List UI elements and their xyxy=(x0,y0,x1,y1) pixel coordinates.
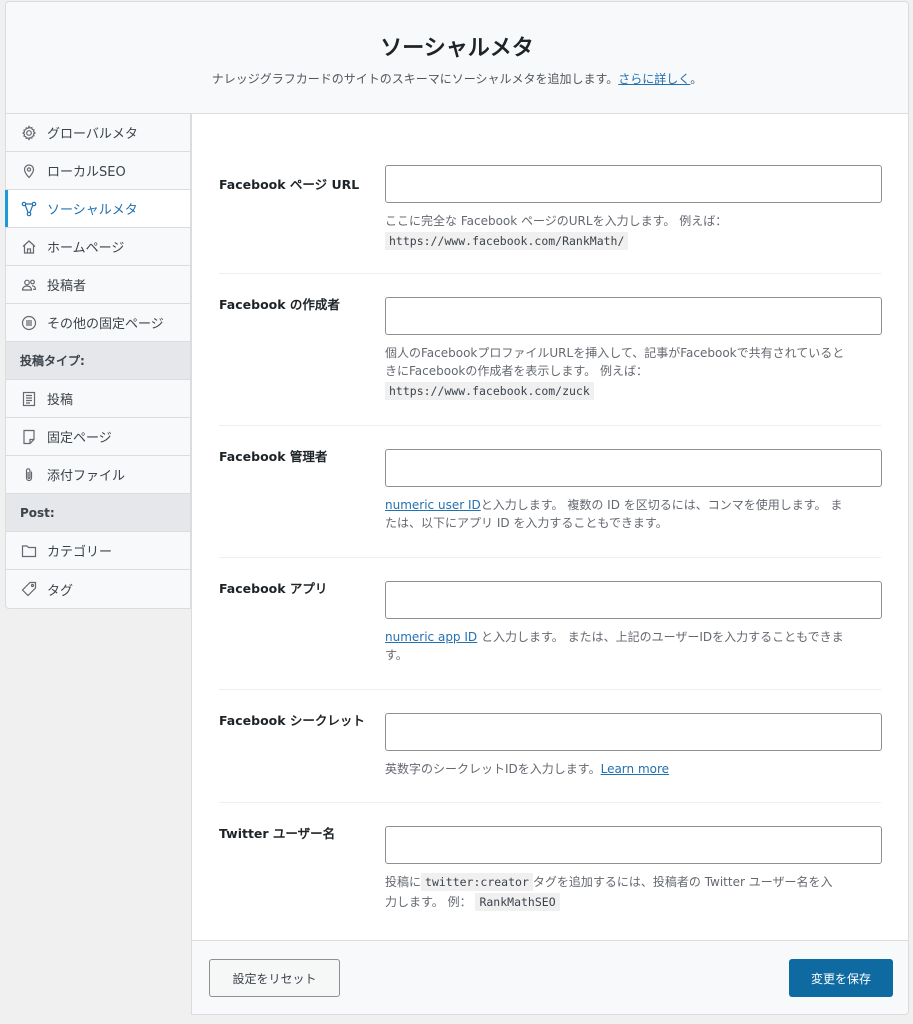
sidebar-item-label: ホームページ xyxy=(47,241,125,256)
sidebar-item-categories[interactable]: カテゴリー xyxy=(6,532,190,570)
field-facebook-page-url: Facebook ページ URL ここに完全な Facebook ページのURL… xyxy=(219,165,882,274)
settings-form: Facebook ページ URL ここに完全な Facebook ページのURL… xyxy=(191,114,909,940)
sidebar-item-label: ローカルSEO xyxy=(47,165,126,180)
paperclip-icon xyxy=(20,466,38,484)
page-header: ソーシャルメタ ナレッジグラフカードのサイトのスキーマにソーシャルメタを追加しま… xyxy=(5,1,909,114)
field-label: Twitter ユーザー名 xyxy=(219,826,336,841)
sidebar-item-authors[interactable]: 投稿者 xyxy=(6,266,190,304)
gear-icon xyxy=(20,124,38,142)
example-code: https://www.facebook.com/zuck xyxy=(385,382,594,400)
field-label: Facebook 管理者 xyxy=(219,449,328,464)
learn-more-link[interactable]: Learn more xyxy=(601,762,669,776)
learn-more-link[interactable]: さらに詳しく xyxy=(618,72,690,86)
tag-icon xyxy=(20,580,38,598)
share-nodes-icon xyxy=(20,200,38,218)
field-label: Facebook シークレット xyxy=(219,713,365,728)
field-label: Facebook ページ URL xyxy=(219,177,360,192)
reset-settings-button[interactable]: 設定をリセット xyxy=(209,959,340,997)
field-description: 投稿に twitter:creator タグを追加するには、投稿者の Twitter… xyxy=(385,873,833,911)
save-changes-button[interactable]: 変更を保存 xyxy=(789,959,893,997)
twitter-username-input[interactable] xyxy=(385,826,882,864)
page-title: ソーシャルメタ xyxy=(380,36,534,61)
field-facebook-app: Facebook アプリ numeric app ID と入力します。 または、… xyxy=(219,581,882,690)
field-description: 個人のFacebookプロファイルURLを挿入して、記事がFacebookで共有… xyxy=(385,346,845,400)
sidebar-item-label: 添付ファイル xyxy=(47,469,126,484)
field-facebook-secret: Facebook シークレット 英数字のシークレットIDを入力します。Learn… xyxy=(219,713,882,803)
page-subtitle: ナレッジグラフカードのサイトのスキーマにソーシャルメタを追加します。さらに詳しく… xyxy=(211,72,703,86)
sidebar-item-label: タグ xyxy=(47,583,74,599)
field-description: numeric user IDと入力します。 複数の ID を区切るには、コンマ… xyxy=(385,498,843,530)
facebook-page-url-input[interactable] xyxy=(385,165,882,203)
sidebar-item-label: 投稿 xyxy=(47,393,74,408)
facebook-author-input[interactable] xyxy=(385,297,882,335)
home-icon xyxy=(20,238,38,256)
post-icon xyxy=(20,390,38,408)
location-pin-icon xyxy=(20,162,38,180)
sidebar-item-social-meta[interactable]: ソーシャルメタ xyxy=(5,190,190,228)
folder-icon xyxy=(20,542,38,560)
settings-panel: ソーシャルメタ ナレッジグラフカードのサイトのスキーマにソーシャルメタを追加しま… xyxy=(5,1,909,1015)
sidebar-item-attachments[interactable]: 添付ファイル xyxy=(6,456,190,494)
page-icon xyxy=(20,428,38,446)
users-icon xyxy=(20,276,38,294)
settings-sidebar: グローバルメタ ローカルSEO ソーシャルメタ ホームページ 投稿者 その他の固… xyxy=(5,114,191,609)
sidebar-item-label: ソーシャルメタ xyxy=(47,203,138,218)
numeric-app-id-link[interactable]: numeric app ID xyxy=(385,630,477,644)
sidebar-item-label: 固定ページ xyxy=(47,431,112,446)
field-description: ここに完全な Facebook ページのURLを入力します。 例えば： http… xyxy=(385,214,728,250)
sidebar-item-posts[interactable]: 投稿 xyxy=(6,380,190,418)
sidebar-item-other-pages[interactable]: その他の固定ページ xyxy=(6,304,190,342)
facebook-secret-input[interactable] xyxy=(385,713,882,751)
field-facebook-author: Facebook の作成者 個人のFacebookプロファイルURLを挿入して、… xyxy=(219,297,882,426)
example-code: https://www.facebook.com/RankMath/ xyxy=(385,232,629,250)
example-code: twitter:creator xyxy=(421,873,533,891)
sidebar-heading-post: Post: xyxy=(6,494,190,532)
numeric-user-id-link[interactable]: numeric user ID xyxy=(385,498,481,512)
field-twitter-username: Twitter ユーザー名 投稿に twitter:creator タグを追加するに… xyxy=(219,826,882,926)
list-circle-icon xyxy=(20,314,38,332)
sidebar-item-label: グローバルメタ xyxy=(47,127,138,142)
field-label: Facebook の作成者 xyxy=(219,297,340,312)
sidebar-item-local-seo[interactable]: ローカルSEO xyxy=(6,152,190,190)
sidebar-item-global-meta[interactable]: グローバルメタ xyxy=(6,114,190,152)
sidebar-item-homepage[interactable]: ホームページ xyxy=(6,228,190,266)
field-description: numeric app ID と入力します。 または、上記のユーザーIDを入力す… xyxy=(385,630,844,662)
form-footer: 設定をリセット 変更を保存 xyxy=(191,940,909,1015)
sidebar-item-pages[interactable]: 固定ページ xyxy=(6,418,190,456)
sidebar-item-tags[interactable]: タグ xyxy=(6,570,190,608)
facebook-admin-input[interactable] xyxy=(385,449,882,487)
field-facebook-admin: Facebook 管理者 numeric user IDと入力します。 複数の … xyxy=(219,449,882,558)
facebook-app-input[interactable] xyxy=(385,581,882,619)
field-label: Facebook アプリ xyxy=(219,581,328,596)
sidebar-item-label: その他の固定ページ xyxy=(47,317,164,332)
sidebar-item-label: 投稿者 xyxy=(47,279,87,294)
field-description: 英数字のシークレットIDを入力します。Learn more xyxy=(385,762,670,776)
sidebar-item-label: カテゴリー xyxy=(47,545,113,560)
example-code: RankMathSEO xyxy=(475,893,560,911)
sidebar-heading-post-types: 投稿タイプ: xyxy=(6,342,190,380)
